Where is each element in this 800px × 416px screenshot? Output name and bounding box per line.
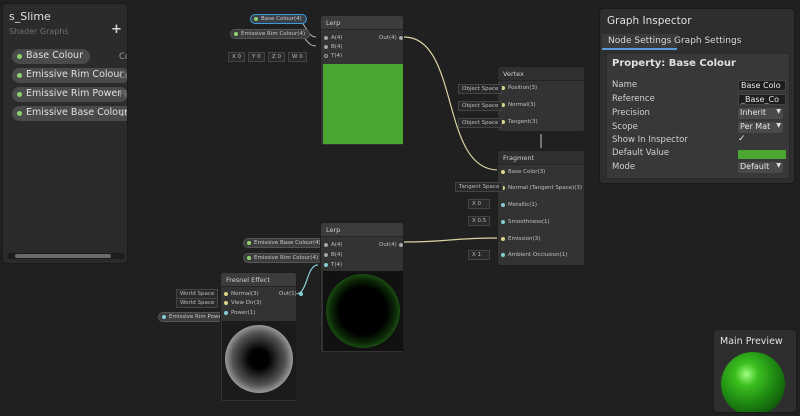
chevron-down-icon: ▼ [776,162,781,169]
output-port[interactable]: Out(1) [279,291,306,297]
vector-z-field[interactable]: Z 0 [268,52,286,62]
normal-space-field[interactable]: Object Space [458,101,503,111]
scope-dropdown[interactable]: Per Mat ▼ [738,122,783,133]
property-base-colour[interactable]: Base Colour [12,49,90,64]
input-port-t[interactable]: T(4) [324,262,342,268]
input-port-a[interactable]: A(4) [324,35,343,41]
input-port-b[interactable]: B(4) [324,252,343,258]
property-type: Col [119,109,127,119]
input-port-t[interactable]: T(4) [324,53,342,59]
mode-label: Mode [612,162,636,172]
input-viewdir[interactable]: View Dir(3) [224,300,262,306]
lerp-node-bottom[interactable]: Lerp A(4) B(4) T(4) Out(4) [320,222,404,353]
fresnel-preview [222,321,296,400]
smoothness-field[interactable]: X 0.5 [468,216,490,226]
name-label: Name [612,80,638,90]
emission-port[interactable]: Emission(3) [501,236,540,242]
reference-field[interactable]: _Base_Co [738,94,786,105]
vector-w-field[interactable]: W 0 [288,52,307,62]
node-title: Fragment [498,151,584,165]
inspector-body: Property: Base Colour Name Base Colo Ref… [606,53,790,179]
inspector-title: Graph Inspector [607,15,692,27]
property-emissive-rim-power[interactable]: Emissive Rim Power [12,87,127,102]
main-preview-panel[interactable]: Main Preview [713,329,797,413]
preview-sphere [721,352,785,412]
property-type: Col [119,71,127,81]
node-title: Fresnel Effect [221,273,296,287]
position-space-field[interactable]: Object Space [458,84,503,94]
vertex-block[interactable]: Vertex Position(3) Normal(3) Tangent(3) [497,66,585,132]
lerp-preview [323,64,403,144]
fragment-block[interactable]: Fragment Base Color(3) Normal (Tangent S… [497,150,585,266]
metallic-port[interactable]: Metallic(1) [501,202,537,208]
tab-graph-settings[interactable]: Graph Settings [668,34,747,50]
base-colour-property-node[interactable]: Base Colour(4) [250,14,307,24]
tangent-port[interactable]: Tangent(3) [501,119,538,125]
graph-inspector-panel: Graph Inspector Node Settings Graph Sett… [599,8,795,184]
ambient-occlusion-port[interactable]: Ambient Occlusion(1) [501,252,567,258]
preview-sphere [225,325,293,393]
blackboard-subtitle: Shader Graphs [9,27,69,36]
normal-port[interactable]: Normal(3) [501,102,536,108]
lerp-node-top[interactable]: Lerp A(4) B(4) T(4) Out(4) [320,15,404,146]
show-in-inspector-label: Show In Inspector [612,135,688,145]
node-title: Vertex [498,67,584,81]
input-port-b[interactable]: B(4) [324,44,343,50]
wire-fresnel-to-lerp-t [295,264,319,295]
scrollbar-thumb[interactable] [15,254,111,258]
smoothness-port[interactable]: Smoothness(1) [501,219,550,225]
output-port[interactable]: Out(4) [379,35,406,41]
property-emissive-base-colour[interactable]: Emissive Base Colour [12,106,127,121]
scope-label: Scope [612,122,638,132]
input-port-a[interactable]: A(4) [324,242,343,248]
node-title: Lerp [321,223,403,237]
preview-sphere [326,274,400,348]
position-port[interactable]: Position(3) [501,85,537,91]
emissive-rim-colour-property-node[interactable]: Emissive Rim Colour(4) [243,253,324,263]
default-value-color-field[interactable] [738,150,786,159]
property-header: Property: Base Colour [612,58,736,69]
output-port[interactable]: Out(4) [379,242,406,248]
mode-dropdown[interactable]: Default ▼ [738,162,783,173]
vector-y-field[interactable]: Y 0 [248,52,265,62]
tangent-space-field[interactable]: Object Space [458,118,503,128]
metallic-field[interactable]: X 0 [468,199,490,209]
chevron-down-icon: ▼ [776,122,781,129]
default-value-label: Default Value [612,148,670,158]
wire-lerp-bottom-to-emission [403,237,499,243]
show-in-inspector-checkbox[interactable]: ✓ [738,134,746,144]
name-field[interactable]: Base Colo [738,80,786,91]
fresnel-effect-node[interactable]: Fresnel Effect Normal(3) View Dir(3) Pow… [220,272,303,402]
emissive-rim-colour-property-node[interactable]: Emissive Rim Colour(4) [230,29,311,39]
emissive-base-colour-property-node[interactable]: Emissive Base Colour(4) [243,238,326,248]
normal-tangent-port[interactable]: Normal (Tangent Space)(3) [501,185,582,191]
tab-node-settings[interactable]: Node Settings [602,34,678,50]
chevron-down-icon: ▼ [776,108,781,115]
ambient-occlusion-field[interactable]: X 1 [468,250,490,260]
lerp-preview [323,271,403,351]
input-power[interactable]: Power(1) [224,310,255,316]
precision-label: Precision [612,108,650,118]
vector-x-field[interactable]: X 0 [228,52,246,62]
blackboard-scrollbar[interactable] [7,253,125,259]
main-preview-title: Main Preview [720,336,783,347]
property-type: Flo [119,90,127,100]
property-emissive-rim-colour[interactable]: Emissive Rim Colour [12,68,127,83]
blackboard-title: s_Slime [9,10,51,23]
precision-dropdown[interactable]: Inherit ▼ [738,108,783,119]
property-type: Col [119,52,127,62]
node-title: Lerp [321,16,403,30]
input-normal[interactable]: Normal(3) [224,291,259,297]
add-property-button[interactable]: + [111,22,122,37]
reference-label: Reference [612,94,655,104]
viewdir-space-field[interactable]: World Space [176,298,219,308]
base-color-port[interactable]: Base Color(3) [501,169,545,175]
blackboard-panel: s_Slime Shader Graphs + Base Colour Col … [2,3,128,264]
normal-space-field[interactable]: Tangent Space [455,182,504,192]
